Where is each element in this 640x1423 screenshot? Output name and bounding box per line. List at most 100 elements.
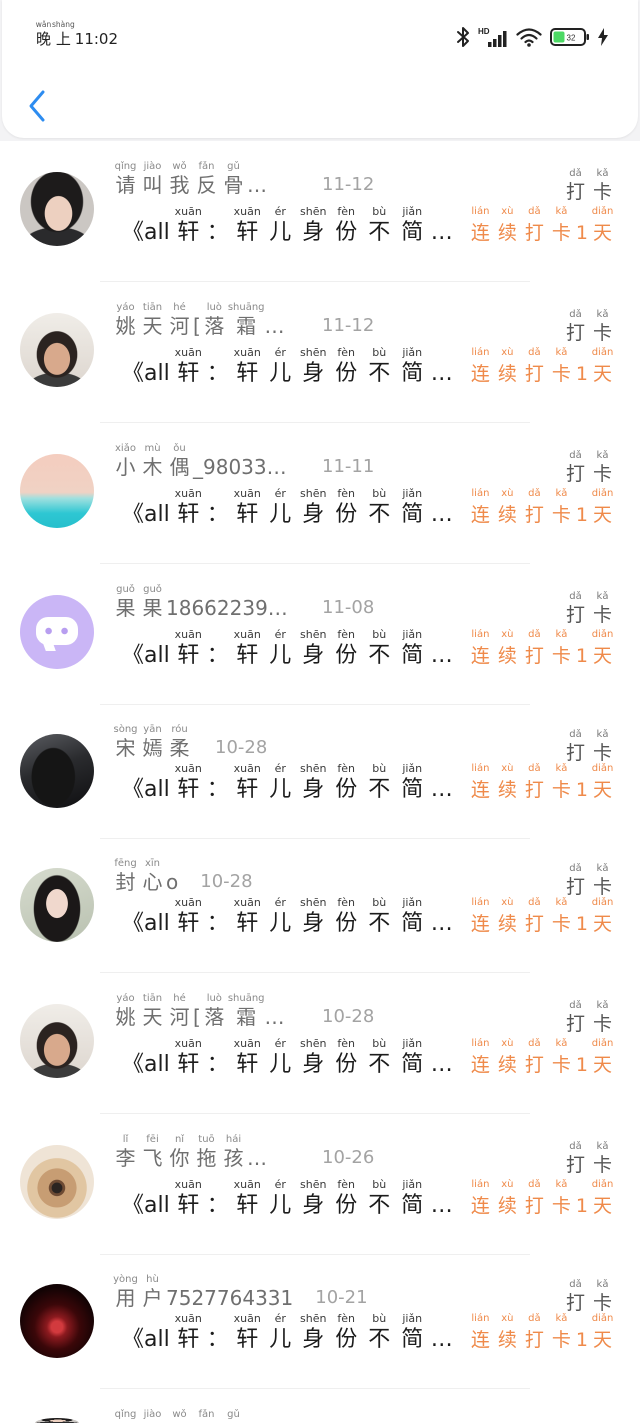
title-pinyin: shēn: [300, 1178, 327, 1191]
title-pinyin: xuān: [174, 1037, 202, 1050]
title-pinyin: jiǎn: [402, 762, 423, 775]
back-button[interactable]: [20, 86, 54, 126]
streak-segment: kǎ 卡: [548, 1037, 575, 1079]
user-name[interactable]: qǐng 请 jiào 叫 wǒ 我 fǎn 反 gǔ 骨…: [112, 161, 300, 197]
title-text: 《all: [122, 911, 170, 936]
name-segment: xiǎo 小: [112, 443, 139, 479]
user-name[interactable]: qǐng jiào wǒ fǎn gǔ: [112, 1409, 247, 1421]
avatar[interactable]: [20, 172, 94, 246]
charging-icon: [598, 28, 608, 46]
avatar[interactable]: [35, 1418, 79, 1423]
name-segment: yòng 用: [112, 1274, 139, 1310]
action-pinyin: dǎ: [569, 1141, 582, 1152]
user-name[interactable]: xiǎo 小 mù 木 ǒu 偶 _98033…: [112, 443, 300, 479]
title-segment: jiǎn 简: [396, 1312, 429, 1354]
user-name[interactable]: yáo 姚 tiān 天 hé 河[luò 落 shuāng 霜…: [112, 302, 300, 338]
action-pinyin: kǎ: [596, 591, 609, 602]
checkin-date: 10-28: [215, 737, 268, 758]
avatar[interactable]: [20, 454, 94, 528]
title-segment: fèn 份: [330, 205, 363, 247]
streak-pinyin: dǎ: [528, 488, 541, 499]
list-item[interactable]: guǒ 果 guǒ 果 18662239… 11-08 《all xuān 轩： xuān 轩 ér 儿…: [0, 564, 640, 705]
name-segment: fēng 封: [112, 858, 139, 894]
list-item[interactable]: qǐng jiào wǒ fǎn gǔ: [0, 1389, 640, 1423]
title-segment: ér 儿: [264, 1178, 297, 1220]
title-pinyin: xuān: [174, 346, 202, 359]
time-text: 晚: [35, 30, 51, 48]
user-name[interactable]: guǒ 果 guǒ 果 18662239…: [112, 584, 300, 620]
name-pinyin: fēng: [114, 858, 137, 869]
streak-pinyin: lián: [471, 1179, 490, 1190]
list-item[interactable]: fēng 封 xīn 心 o 10-28 《all xuān 轩： xuān 轩 ér 儿 shēn 身 fè…: [0, 839, 640, 973]
name-pinyin: mù: [144, 443, 161, 454]
avatar[interactable]: [20, 1004, 94, 1078]
user-name[interactable]: lǐ 李 fēi 飞 nǐ 你 tuō 拖 hái 孩…: [112, 1134, 300, 1170]
title-segment: ：: [205, 896, 231, 938]
streak-segment: dǎ 打: [521, 1037, 548, 1079]
title-text: 简: [401, 361, 424, 386]
avatar[interactable]: [20, 734, 94, 808]
title-segment: xuān 轩: [172, 1178, 205, 1220]
action-segment: kǎ 卡: [589, 1141, 616, 1177]
streak-text: 天: [592, 779, 612, 801]
name-text: 李: [115, 1146, 136, 1170]
title-segment: ：: [205, 1178, 231, 1220]
action-text: 卡: [592, 463, 612, 485]
title-text: ：: [206, 361, 229, 386]
list-item[interactable]: yáo 姚 tiān 天 hé 河[luò 落 shuāng 霜… 10-28 《all xuān 轩：…: [0, 973, 640, 1114]
list-item[interactable]: lǐ 李 fēi 飞 nǐ 你 tuō 拖 hái 孩… 10-26 《all xuān 轩： xuān 轩 é…: [0, 1114, 640, 1255]
streak-label: lián 连 xù 续 dǎ 打 kǎ 卡 1 diǎn 天: [467, 487, 616, 529]
streak-text: 天: [592, 645, 612, 667]
name-segment: tiān 天: [139, 302, 166, 338]
action-pinyin: dǎ: [569, 309, 582, 320]
title-text: 简: [401, 911, 424, 936]
avatar[interactable]: [20, 868, 94, 942]
name-text: 反: [196, 173, 217, 197]
title-text: 儿: [269, 1193, 292, 1218]
title-text: 份: [335, 1327, 358, 1352]
action-pinyin: kǎ: [596, 863, 609, 874]
checkin-title: 《all xuān 轩： xuān 轩 ér 儿 shēn 身 fèn 份 bù 不 jiǎn 简…: [120, 487, 455, 529]
streak-segment: kǎ 卡: [548, 346, 575, 388]
title-segment: xuān 轩: [231, 628, 264, 670]
action-segment: kǎ 卡: [589, 1000, 616, 1036]
title-segment: 《all: [120, 487, 172, 529]
title-pinyin: shēn: [300, 205, 327, 218]
title-pinyin: xuān: [174, 1178, 202, 1191]
title-segment: xuān 轩: [231, 487, 264, 529]
user-name[interactable]: yòng 用 hù 户 7527764331: [112, 1274, 293, 1310]
title-pinyin: bù: [372, 896, 387, 909]
list-item[interactable]: sòng 宋 yān 嫣 róu 柔 10-28 《all xuān 轩： xuān 轩 ér 儿 shēn…: [0, 705, 640, 839]
streak-pinyin: diǎn: [591, 1179, 614, 1190]
title-text: 身: [302, 502, 325, 527]
title-text: 轩: [236, 1327, 259, 1352]
action-segment: dǎ 打: [562, 1279, 589, 1315]
title-text: 身: [302, 361, 325, 386]
streak-segment: lián 连: [467, 487, 494, 529]
title-text: 不: [368, 361, 391, 386]
streak-pinyin: diǎn: [591, 1313, 614, 1324]
title-pinyin: fèn: [337, 1178, 356, 1191]
title-segment: jiǎn 简: [396, 487, 429, 529]
title-segment: bù 不: [363, 628, 396, 670]
user-name[interactable]: fēng 封 xīn 心 o: [112, 858, 178, 894]
name-text: 心: [142, 870, 163, 894]
avatar[interactable]: [20, 595, 94, 669]
name-text: 孩: [223, 1146, 244, 1170]
avatar[interactable]: [20, 1145, 94, 1219]
list-item[interactable]: xiǎo 小 mù 木 ǒu 偶 _98033… 11-11 《all xuān 轩： xuān 轩 ér…: [0, 423, 640, 564]
user-name[interactable]: yáo 姚 tiān 天 hé 河[luò 落 shuāng 霜…: [112, 993, 300, 1029]
streak-segment: xù 续: [494, 762, 521, 804]
title-pinyin: jiǎn: [402, 1178, 423, 1191]
name-line: yáo 姚 tiān 天 hé 河[luò 落 shuāng 霜… 11-12: [112, 302, 375, 338]
list-item[interactable]: qǐng 请 jiào 叫 wǒ 我 fǎn 反 gǔ 骨… 11-12 《all xuān 轩： xuān…: [0, 141, 640, 282]
streak-segment: dǎ 打: [521, 1312, 548, 1354]
title-pinyin: jiǎn: [402, 1312, 423, 1325]
avatar[interactable]: [20, 313, 94, 387]
avatar[interactable]: [20, 1284, 94, 1358]
title-segment: ér 儿: [264, 487, 297, 529]
list-item[interactable]: yòng 用 hù 户 7527764331 10-21 《all xuān 轩： xuān 轩 ér…: [0, 1255, 640, 1389]
title-pinyin: xuān: [233, 1037, 261, 1050]
user-name[interactable]: sòng 宋 yān 嫣 róu 柔: [112, 724, 193, 760]
list-item[interactable]: yáo 姚 tiān 天 hé 河[luò 落 shuāng 霜… 11-12 《all xuān 轩：…: [0, 282, 640, 423]
